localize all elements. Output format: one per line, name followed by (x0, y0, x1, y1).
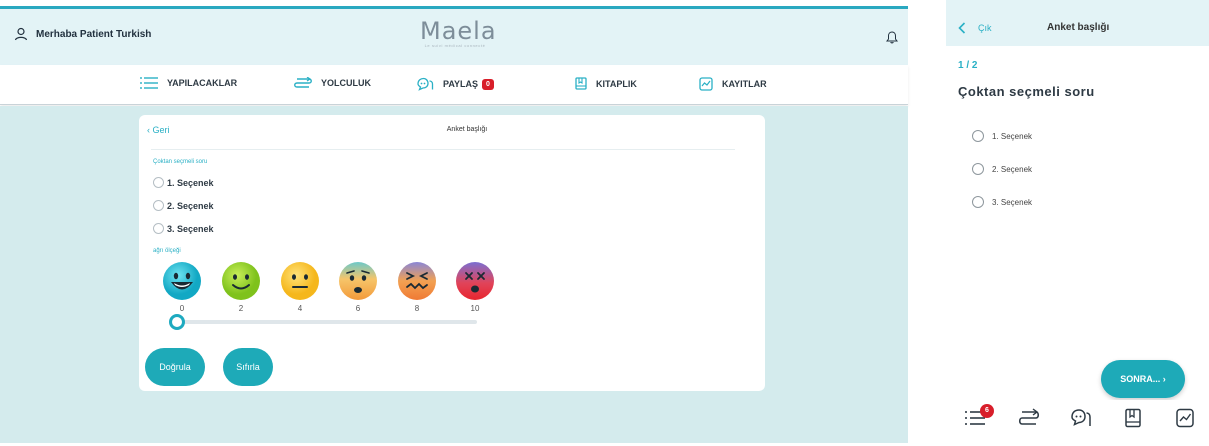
mobile-view: Çık Anket başlığı 1 / 2 Çoktan seçmeli s… (946, 0, 1209, 446)
chat-icon (1071, 409, 1091, 426)
exit-label: Çık (978, 23, 992, 33)
pain-value-10: 10 (470, 304, 480, 313)
maela-logo[interactable]: Maela Le suivi médical connecté (420, 17, 497, 48)
nav-item-kayitlar[interactable]: KAYITLAR (699, 77, 767, 91)
option-3[interactable]: 3. Seçenek (153, 223, 214, 234)
bottom-nav-records[interactable] (1168, 408, 1202, 433)
main-nav: YAPILACAKLAR YOLCULUK PAYLAŞ 0 KITAPLIK … (0, 65, 908, 105)
todo-badge: 6 (980, 404, 994, 418)
mobile-title: Anket başlığı (1047, 22, 1110, 33)
pain-value-6: 6 (355, 304, 361, 313)
mobile-question: Çoktan seçmeli soru (958, 84, 1095, 99)
mobile-header: Çık Anket başlığı (946, 0, 1209, 46)
bottom-nav-share[interactable] (1064, 408, 1098, 433)
chevron-left-icon (958, 22, 966, 34)
reset-button[interactable]: Sıfırla (223, 348, 273, 386)
chart-icon (699, 77, 713, 91)
happy-face-icon[interactable] (221, 261, 261, 301)
list-icon (140, 77, 158, 89)
mobile-option-3[interactable]: 3. Seçenek (972, 196, 1032, 208)
nav-label: YOLCULUK (321, 78, 371, 88)
bottom-nav-library[interactable] (1116, 408, 1150, 433)
route-icon (1018, 408, 1040, 425)
pain-slider-handle[interactable] (169, 314, 185, 330)
very-happy-face-icon[interactable] (162, 261, 202, 301)
neutral-face-icon[interactable] (280, 261, 320, 301)
distressed-face-icon[interactable] (397, 261, 437, 301)
pain-slider-track[interactable] (175, 320, 477, 324)
nav-item-kitaplik[interactable]: KITAPLIK (575, 77, 637, 90)
option-label: 1. Seçenek (167, 177, 214, 188)
chat-icon (417, 77, 434, 91)
nav-label: YAPILACAKLAR (167, 78, 238, 88)
step-indicator: 1 / 2 (958, 60, 978, 71)
logo-subtitle: Le suivi médical connecté (424, 43, 486, 48)
option-label: 3. Seçenek (167, 223, 214, 234)
user-greeting[interactable]: Merhaba Patient Turkish (14, 27, 151, 41)
chart-icon (1176, 408, 1194, 428)
survey-title: Anket başlığı (446, 126, 488, 133)
notification-bell-icon[interactable] (886, 31, 898, 49)
next-button[interactable]: SONRA... › (1101, 360, 1185, 398)
nav-item-paylas[interactable]: PAYLAŞ 0 (416, 77, 494, 91)
radio-button[interactable] (153, 223, 164, 234)
option-label: 2. Seçenek (167, 200, 214, 211)
nav-label: KAYITLAR (722, 79, 767, 89)
radio-button[interactable] (972, 196, 984, 208)
greeting-text: Merhaba Patient Turkish (36, 28, 152, 40)
radio-button[interactable] (972, 130, 984, 142)
option-label: 3. Seçenek (992, 197, 1033, 207)
user-icon (14, 27, 28, 41)
desktop-view: Merhaba Patient Turkish Maela Le suivi m… (0, 0, 908, 446)
divider (151, 149, 735, 150)
nav-label: PAYLAŞ (443, 79, 479, 89)
radio-button[interactable] (153, 177, 164, 188)
nav-item-yolculuk[interactable]: YOLCULUK (294, 77, 371, 89)
validate-button[interactable]: Doğrula (145, 348, 205, 386)
mobile-option-1[interactable]: 1. Seçenek (972, 130, 1032, 142)
book-icon (575, 77, 587, 90)
worst-pain-face-icon[interactable] (455, 261, 495, 301)
radio-button[interactable] (153, 200, 164, 211)
app-header: Merhaba Patient Turkish Maela Le suivi m… (0, 9, 908, 65)
worried-face-icon[interactable] (338, 261, 378, 301)
logo-text: Maela (420, 17, 497, 45)
mobile-option-2[interactable]: 2. Seçenek (972, 163, 1032, 175)
option-label: 2. Seçenek (992, 164, 1033, 174)
share-badge: 0 (482, 78, 494, 90)
option-label: 1. Seçenek (992, 131, 1033, 141)
route-icon (294, 77, 312, 88)
option-1[interactable]: 1. Seçenek (153, 177, 214, 188)
pain-scale-label: ağrı ölçeği (153, 248, 181, 254)
bottom-nav-journey[interactable] (1012, 408, 1046, 433)
nav-label: KITAPLIK (596, 78, 637, 89)
pain-value-2: 2 (238, 304, 244, 313)
survey-card: ‹ Geri Anket başlığı Çoktan seçmeli soru… (139, 115, 765, 391)
pain-value-4: 4 (297, 304, 303, 313)
pain-value-8: 8 (414, 304, 420, 313)
question-label: Çoktan seçmeli soru (153, 159, 208, 165)
nav-item-yapilacaklar[interactable]: YAPILACAKLAR (140, 77, 237, 89)
mobile-bottom-nav: 6 (946, 400, 1209, 446)
exit-button[interactable]: Çık (958, 22, 992, 34)
option-2[interactable]: 2. Seçenek (153, 200, 214, 211)
radio-button[interactable] (972, 163, 984, 175)
pain-value-0: 0 (179, 304, 185, 313)
bottom-nav-todo[interactable]: 6 (958, 404, 994, 433)
book-icon (1125, 408, 1141, 428)
